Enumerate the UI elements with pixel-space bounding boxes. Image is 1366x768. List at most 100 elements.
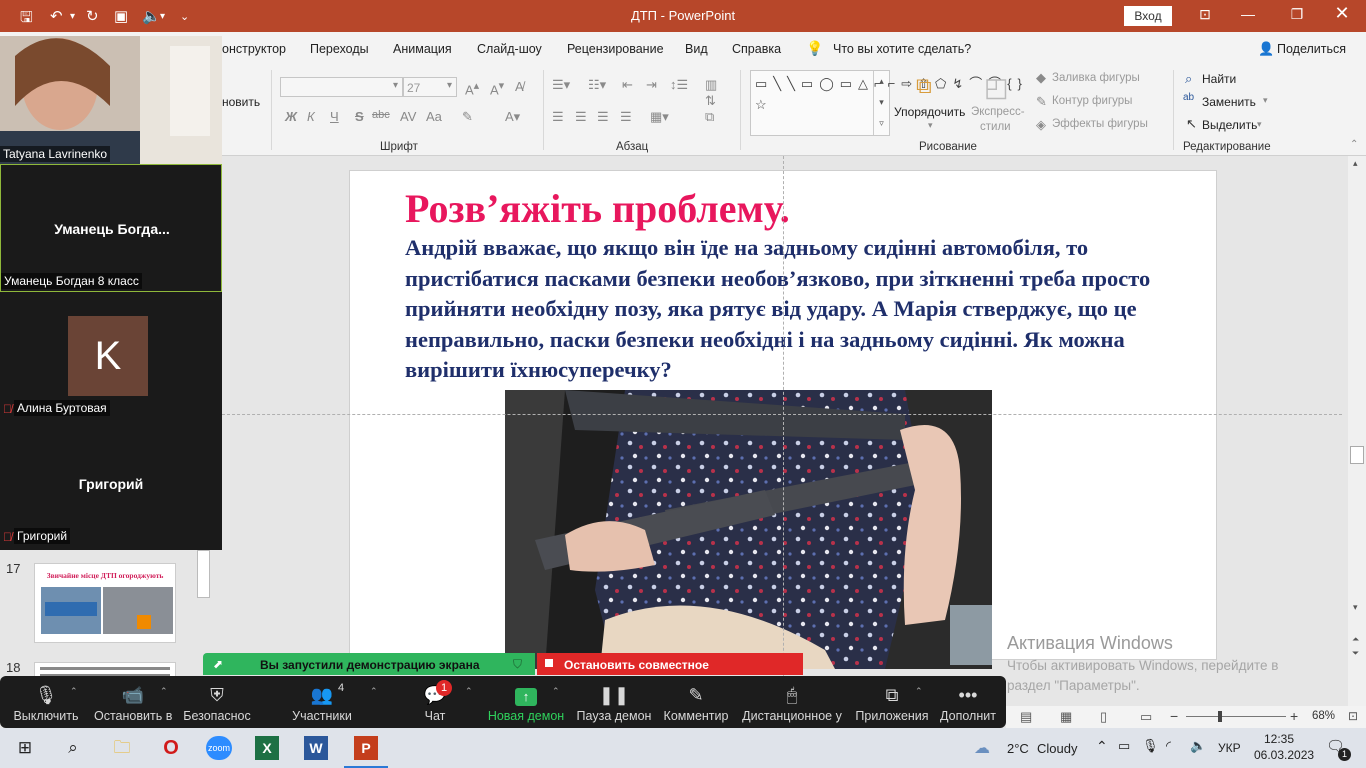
slide-title[interactable]: Розв’яжіть проблему. [405, 185, 790, 232]
share-options-icon[interactable]: ⌃ [552, 686, 560, 697]
align-center-icon[interactable]: ☰ [575, 109, 587, 125]
select-button[interactable]: Выделить [1202, 118, 1257, 132]
weather-temp[interactable]: 2°C [1007, 741, 1029, 756]
ribbon-display-icon[interactable]: ⊡ [1193, 6, 1217, 23]
pin-icon[interactable]: ⬈ [213, 657, 223, 671]
slide-thumbnail-17[interactable]: Звичайне місце ДТП огороджують [34, 563, 176, 643]
shape-fill-button[interactable]: Заливка фигуры [1052, 72, 1140, 84]
zoom-slider[interactable] [1186, 716, 1286, 717]
zoom-in-icon[interactable]: + [1290, 708, 1298, 724]
scroll-down-icon[interactable]: ▾ [1353, 602, 1358, 613]
normal-view-icon[interactable]: ▤ [1020, 709, 1032, 725]
font-size-box[interactable]: 27 ▾ [403, 77, 457, 97]
file-explorer-icon[interactable]: 🗀 [108, 736, 136, 760]
columns-icon[interactable]: ▥ [705, 77, 717, 93]
apps-options-icon[interactable]: ⌃ [915, 686, 923, 697]
excel-icon[interactable]: X [255, 736, 279, 760]
collapse-ribbon-icon[interactable]: ⌃ [1350, 139, 1358, 150]
close-icon[interactable]: ✕ [1330, 3, 1354, 24]
wifi-icon[interactable]: ◜ [1166, 738, 1171, 754]
annotate-button[interactable]: ✎ Комментир [660, 676, 732, 728]
shape-effects-button[interactable]: Эффекты фигуры [1052, 118, 1148, 130]
search-icon[interactable]: ⌕ [59, 736, 87, 760]
smartart-icon[interactable]: ⧉ [705, 109, 714, 125]
text-columns-icon[interactable]: ▦▾ [650, 109, 669, 125]
tab-view[interactable]: Вид [685, 42, 708, 56]
microphone-tray-icon[interactable]: 🎙 [1142, 738, 1159, 754]
tab-animation[interactable]: Анимация [393, 42, 452, 56]
zoom-slider-thumb[interactable] [1218, 711, 1222, 722]
powerpoint-icon[interactable]: P [354, 736, 378, 760]
indent-decrease-icon[interactable]: ⇤ [622, 77, 633, 93]
restore-icon[interactable]: ❐ [1285, 6, 1309, 23]
justify-icon[interactable]: ☰ [620, 109, 632, 125]
clock-date[interactable]: 06.03.2023 [1254, 748, 1314, 762]
shapes-icons[interactable]: ▭╲╲▭◯▭△⌐⌐⇨⇧⬠↯⌒⌒{}☆ [755, 73, 1022, 115]
scroll-up-icon[interactable]: ▴ [1353, 158, 1358, 169]
tab-review[interactable]: Рецензирование [567, 42, 664, 56]
windows-start-icon[interactable]: ⊞ [11, 736, 39, 760]
text-direction-icon[interactable]: ⇅ [705, 93, 716, 109]
font-name-box[interactable]: ▾ [280, 77, 403, 97]
slide-sorter-icon[interactable]: ▦ [1060, 709, 1072, 725]
video-tile-4[interactable]: Григорий 🎙̸ Григорий [0, 420, 222, 550]
underline-button[interactable]: Ч [330, 109, 339, 124]
seatbelt-photo[interactable] [505, 390, 992, 669]
replace-dropdown-icon[interactable]: ▾ [1263, 95, 1268, 106]
tray-expand-icon[interactable]: ⌃ [1096, 738, 1108, 755]
bold-button[interactable]: Ж [285, 109, 297, 124]
reading-view-icon[interactable]: ▯ [1100, 709, 1107, 725]
align-right-icon[interactable]: ☰ [597, 109, 609, 125]
stop-share-button[interactable]: Остановить совместное использование [537, 653, 803, 686]
strike-button[interactable]: S [355, 109, 364, 124]
tab-design[interactable]: онструктор [222, 42, 286, 56]
scroll-thumb[interactable] [1350, 446, 1364, 464]
weather-text[interactable]: Cloudy [1037, 741, 1077, 756]
slideshow-view-icon[interactable]: ▭ [1140, 709, 1152, 725]
video-options-icon[interactable]: ⌃ [160, 686, 168, 697]
char-spacing-button[interactable]: abc [372, 109, 390, 121]
font-grow-icon[interactable]: A▴ [465, 79, 479, 97]
share-button[interactable]: Поделиться [1277, 42, 1346, 56]
tab-transitions[interactable]: Переходы [310, 42, 369, 56]
spacing-icon[interactable]: AV [400, 109, 416, 124]
participants-button[interactable]: 👥 Участники [286, 676, 358, 728]
battery-icon[interactable]: ▭ [1118, 738, 1130, 754]
italic-button[interactable]: К [307, 109, 315, 124]
new-share-button[interactable]: ↑ Новая демон [486, 676, 566, 728]
language-indicator[interactable]: УКР [1218, 741, 1241, 755]
apps-button[interactable]: ⧉ Приложения [852, 676, 932, 728]
next-slide-icon[interactable]: ⏷ [1352, 648, 1359, 659]
align-left-icon[interactable]: ☰ [552, 109, 564, 125]
remote-control-button[interactable]: 🖱 Дистанционное у [740, 676, 844, 728]
quick-styles-label-1[interactable]: Экспресс- [971, 106, 1025, 118]
select-dropdown-icon[interactable]: ▾ [1257, 119, 1262, 130]
volume-icon[interactable]: 🔈 [1190, 738, 1206, 754]
chat-button[interactable]: 💬 Чат [410, 676, 460, 728]
clipboard-fragment[interactable]: новить [222, 95, 260, 109]
indent-increase-icon[interactable]: ⇥ [646, 77, 657, 93]
quick-styles-label-2[interactable]: стили [980, 121, 1011, 133]
mute-button[interactable]: 🎙 Выключить [8, 676, 84, 728]
prev-slide-icon[interactable]: ⏶ [1352, 634, 1359, 645]
security-button[interactable]: ⛨ Безопаснос [182, 676, 252, 728]
word-icon[interactable]: W [304, 736, 328, 760]
clock-time[interactable]: 12:35 [1264, 732, 1294, 746]
chat-options-icon[interactable]: ⌃ [465, 686, 473, 697]
find-button[interactable]: Найти [1202, 72, 1236, 86]
shapes-scroll-icon[interactable]: ▴ ▾ ▿ [873, 71, 889, 135]
video-tile-2[interactable]: Уманець Богда... Уманець Богдан 8 класс [0, 164, 222, 292]
zoom-level[interactable]: 68% [1312, 710, 1335, 722]
arrange-dropdown-icon[interactable]: ▾ [928, 120, 933, 131]
tab-help[interactable]: Справка [732, 42, 781, 56]
clear-format-icon[interactable]: A̸ [515, 79, 524, 94]
tab-slideshow[interactable]: Слайд-шоу [477, 42, 542, 56]
video-tile-1[interactable]: Tatyana Lavrinenko [0, 36, 222, 164]
pause-share-button[interactable]: ❚❚ Пауза демон [574, 676, 654, 728]
thumbs-scrollbar[interactable] [197, 550, 210, 598]
arrange-button[interactable]: Упорядочить [894, 105, 965, 119]
slide-body-text[interactable]: Андрій вважає, що якщо він їде на задньо… [405, 233, 1210, 386]
shapes-gallery[interactable]: ▭╲╲▭◯▭△⌐⌐⇨⇧⬠↯⌒⌒{}☆ ▴ ▾ ▿ [750, 70, 1022, 136]
participants-options-icon[interactable]: ⌃ [370, 686, 378, 697]
more-button[interactable]: ••• Дополнит [936, 676, 1000, 728]
